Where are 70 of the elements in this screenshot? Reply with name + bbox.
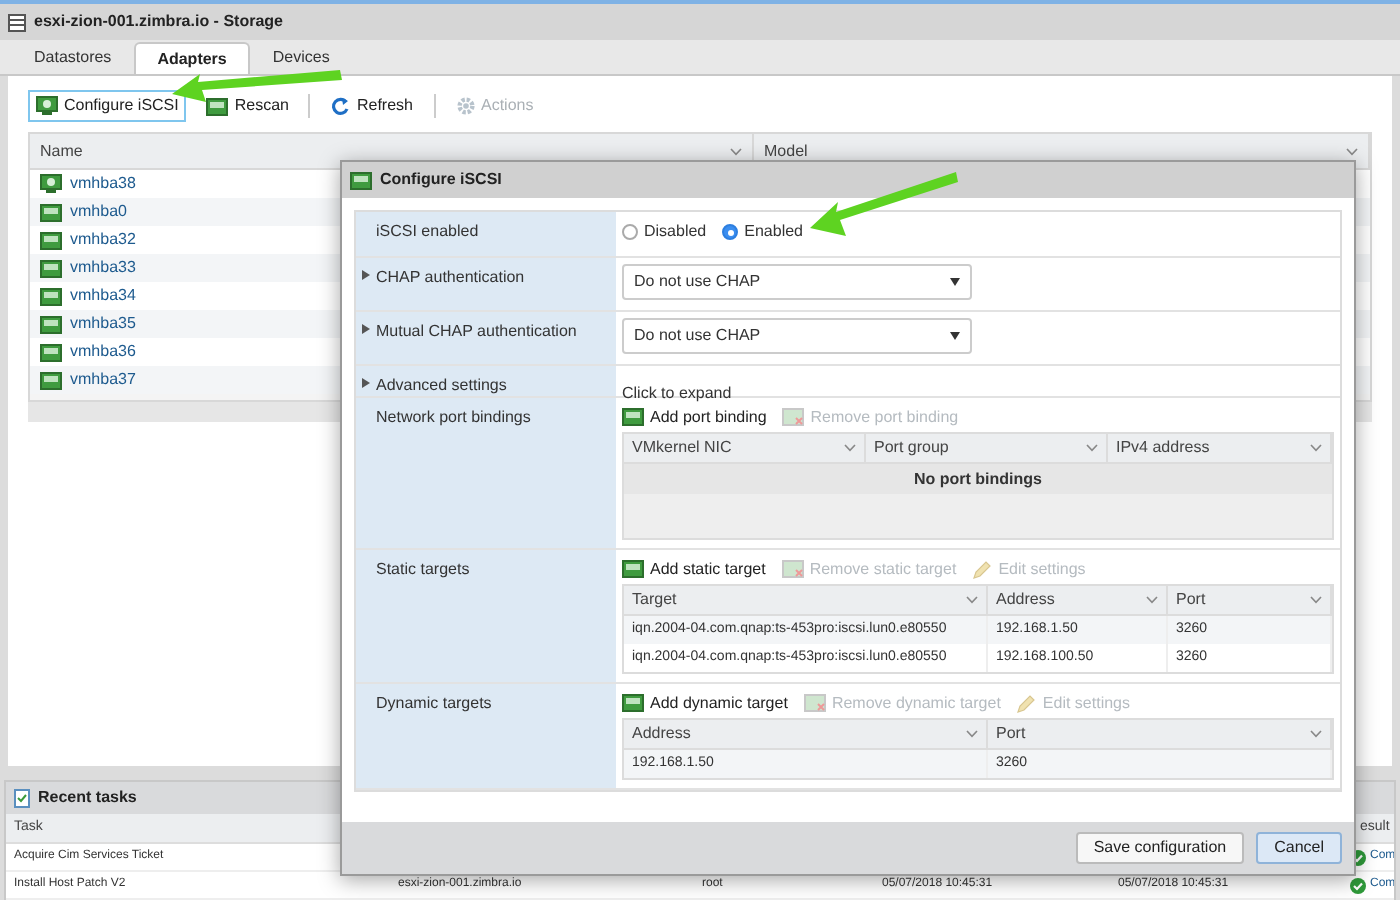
pencil-icon — [972, 559, 993, 579]
network-card-icon — [781, 560, 804, 578]
network-card-icon — [622, 694, 644, 712]
radio-button[interactable] — [622, 224, 638, 240]
field-label: Dynamic targets — [376, 692, 492, 716]
dialog-button[interactable]: Save configuration — [1075, 832, 1245, 864]
chevron-down-icon — [1146, 596, 1158, 604]
pencil-icon — [1016, 693, 1037, 713]
network-card-icon — [206, 97, 229, 115]
radio-button[interactable] — [722, 224, 739, 240]
tab[interactable]: Adapters — [133, 42, 251, 74]
network-card-icon — [40, 287, 62, 305]
column-header[interactable]: Port — [1168, 586, 1332, 614]
field-label: Static targets — [376, 558, 470, 582]
chevron-down-icon — [1310, 444, 1322, 452]
dialog-button[interactable]: Cancel — [1256, 832, 1342, 864]
network-card-icon — [782, 408, 805, 426]
expand-triangle-icon — [362, 324, 370, 334]
monitor-icon — [36, 96, 58, 116]
clipboard-icon — [14, 788, 30, 808]
tab[interactable]: Datastores — [12, 42, 134, 74]
expand-triangle-icon — [362, 378, 370, 388]
chevron-down-icon — [966, 730, 978, 738]
dropdown[interactable]: Do not use CHAP — [622, 264, 972, 300]
radio-option[interactable]: Disabled — [622, 220, 707, 244]
window-title: esxi-zion-001.zimbra.io - Storage — [34, 10, 283, 34]
expand-link[interactable]: Click to expand — [622, 384, 732, 402]
column-header[interactable]: VMkernel NIC — [624, 434, 866, 462]
tab[interactable]: Devices — [250, 42, 352, 74]
radio-option[interactable]: Enabled — [722, 220, 803, 244]
expand-triangle-icon — [362, 270, 370, 280]
network-card-icon — [40, 315, 62, 333]
field-label: Network port bindings — [376, 406, 531, 430]
chevron-down-icon — [1346, 147, 1358, 155]
panel-title: Recent tasks — [38, 786, 137, 810]
dialog-title: Configure iSCSI — [380, 168, 502, 192]
column-header[interactable]: IPv4 address — [1108, 434, 1332, 462]
chevron-down-icon — [844, 444, 856, 452]
network-card-icon — [803, 694, 826, 712]
network-card-icon — [40, 203, 62, 221]
chevron-down-icon — [730, 147, 742, 155]
toolbar-button[interactable]: Refresh — [322, 90, 421, 122]
network-card-icon — [622, 560, 644, 578]
column-header[interactable]: Port — [988, 720, 1332, 748]
column-header[interactable]: Address — [988, 586, 1168, 614]
network-card-icon — [40, 371, 62, 389]
dropdown[interactable]: Do not use CHAP — [622, 318, 972, 354]
column-header[interactable]: Address — [624, 720, 988, 748]
action-button[interactable]: Add static target — [622, 557, 766, 581]
network-card-icon — [40, 259, 62, 277]
refresh-icon — [330, 96, 351, 116]
chevron-down-icon — [966, 596, 978, 604]
network-card-icon — [40, 231, 62, 249]
network-card-icon — [350, 171, 372, 189]
empty-message: No port bindings — [914, 467, 1042, 491]
monitor-icon — [40, 174, 62, 194]
chevron-down-icon — [1310, 596, 1322, 604]
network-card-icon — [622, 408, 644, 426]
toolbar-button[interactable]: Configure iSCSI — [28, 90, 187, 122]
action-button[interactable]: Add port binding — [622, 405, 767, 429]
column-header[interactable]: Target — [624, 586, 988, 614]
network-card-icon — [40, 343, 62, 361]
field-label: iSCSI enabled — [376, 220, 479, 244]
window-icon — [8, 13, 26, 31]
chevron-down-icon — [1086, 444, 1098, 452]
action-button[interactable]: Add dynamic target — [622, 691, 788, 715]
column-header[interactable]: Port group — [866, 434, 1108, 462]
chevron-down-icon — [1310, 730, 1322, 738]
gear-icon — [455, 96, 475, 116]
dropdown-caret-icon — [950, 278, 960, 286]
